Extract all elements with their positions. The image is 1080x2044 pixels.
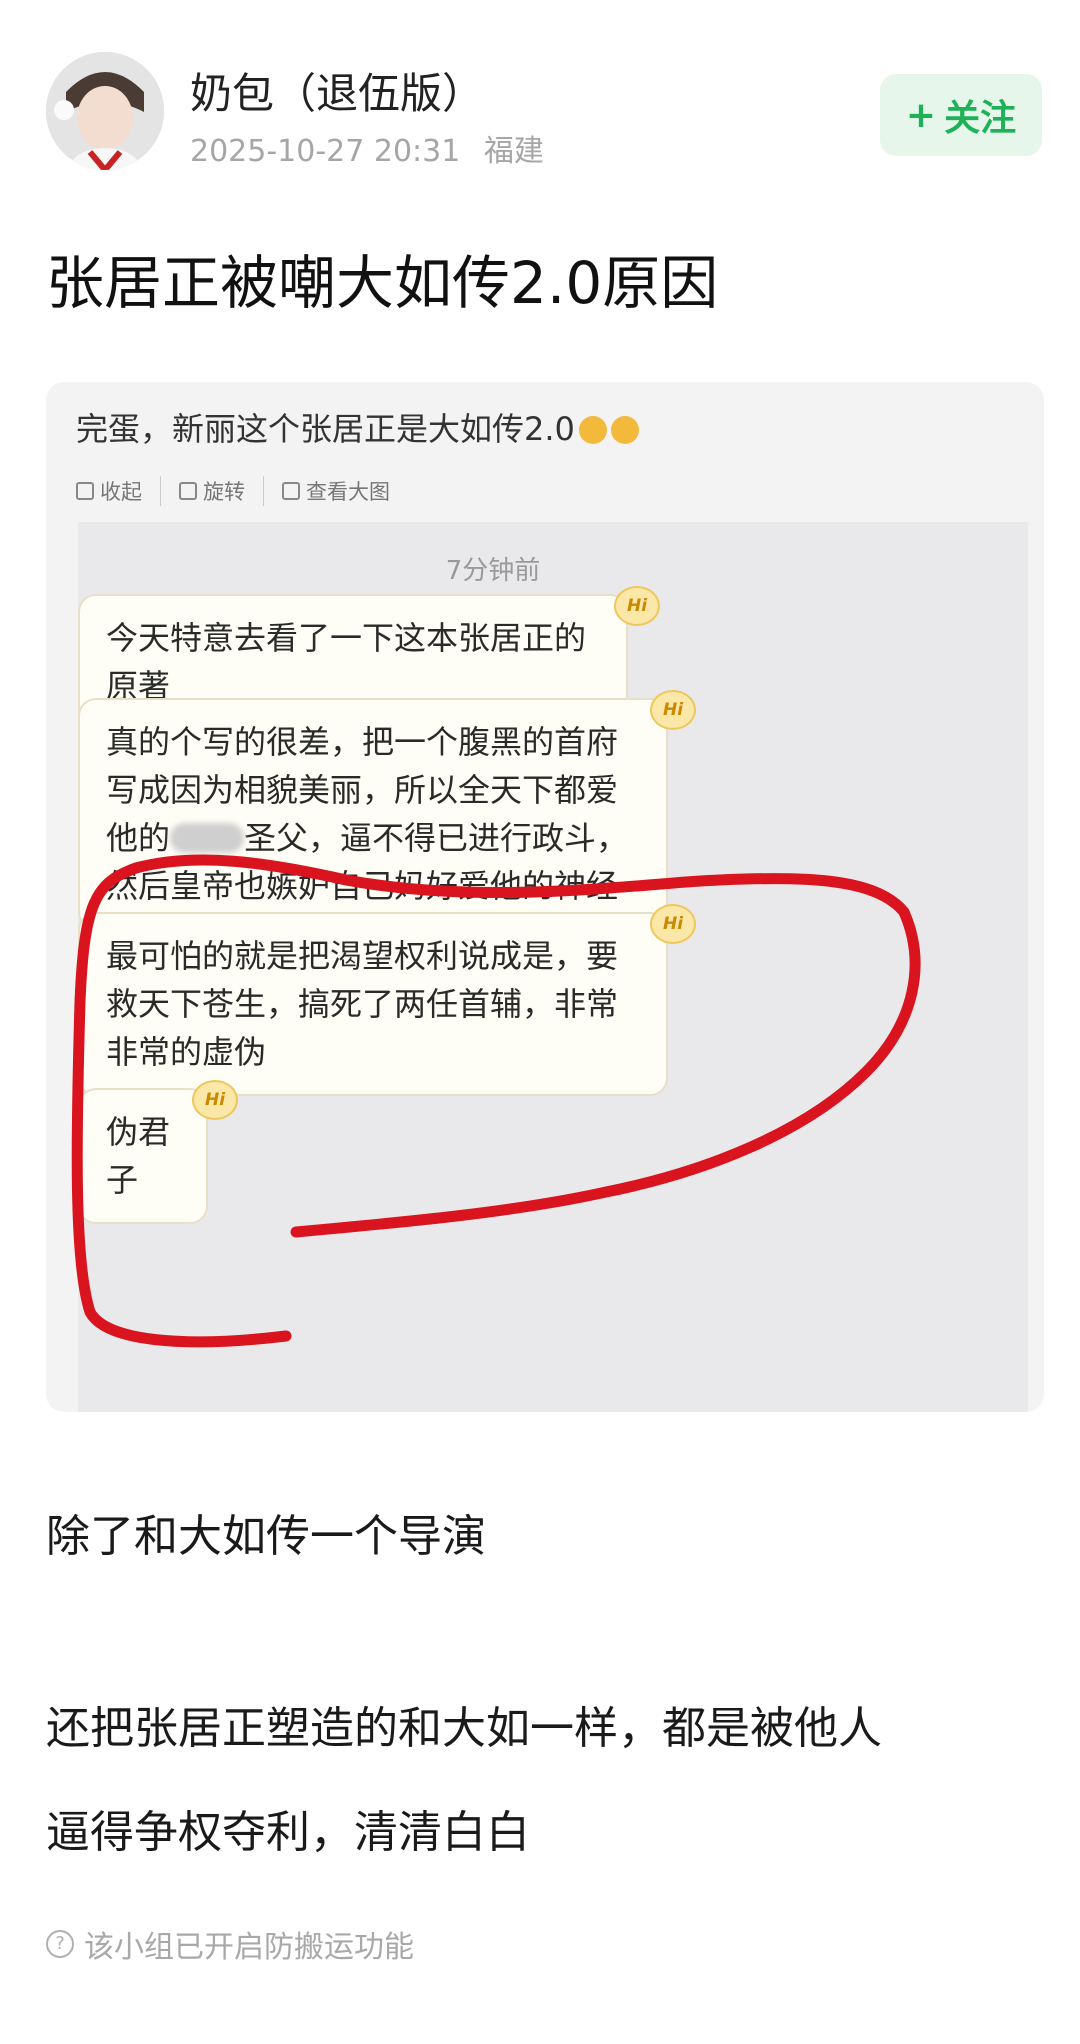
- anti-repost-note: ? 该小组已开启防搬运功能: [46, 1922, 414, 1966]
- chat-message: 最可怕的就是把渴望权利说成是，要救天下苍生，搞死了两任首辅，非常非常的虚伪: [106, 937, 619, 1071]
- follow-button[interactable]: + 关注: [880, 74, 1042, 156]
- anti-repost-text: 该小组已开启防搬运功能: [84, 1930, 414, 1965]
- body-paragraph: 还把张居正塑造的和大如一样，都是被他人: [46, 1703, 882, 1754]
- collapse-icon: [76, 482, 94, 500]
- image-toolbar: 收起 旋转 查看大图: [76, 476, 426, 506]
- avatar[interactable]: [46, 52, 164, 170]
- cropped-text-line: [76, 382, 396, 392]
- collapse-tool[interactable]: 收起: [76, 476, 161, 506]
- blurred-text: [170, 823, 245, 853]
- post-title: 张居正被嘲大如传2.0原因: [46, 249, 719, 317]
- chat-bubble: 真的个写的很差，把一个腹黑的首府写成因为相貌美丽，所以全天下都爱他的 圣父，逼不得…: [78, 698, 668, 930]
- tool-label: 收起: [100, 480, 142, 504]
- chat-timestamp: 7分钟前: [445, 556, 541, 586]
- post-timestamp: 2025-10-27 20:31: [190, 134, 461, 169]
- hi-badge-icon: Hi: [192, 1080, 238, 1120]
- plus-icon: +: [905, 94, 937, 136]
- question-icon: ?: [46, 1930, 74, 1958]
- follow-label: 关注: [944, 98, 1017, 139]
- tool-label: 查看大图: [306, 480, 390, 504]
- body-paragraph: 除了和大如传一个导演: [46, 1511, 486, 1562]
- avatar-image: [46, 52, 164, 170]
- author-name[interactable]: 奶包（退伍版）: [190, 60, 484, 121]
- rotate-tool[interactable]: 旋转: [179, 476, 264, 506]
- post-meta: 2025-10-27 20:31 福建: [190, 126, 558, 170]
- chat-bubble: 最可怕的就是把渴望权利说成是，要救天下苍生，搞死了两任首辅，非常非常的虚伪: [78, 912, 668, 1096]
- screenshot-caption: 完蛋，新丽这个张居正是大如传2.0: [76, 404, 639, 450]
- chat-message: 伪君子: [106, 1113, 171, 1199]
- hi-badge-icon: Hi: [614, 586, 660, 626]
- hi-badge-icon: Hi: [650, 690, 696, 730]
- crying-emoji-icon: [610, 416, 639, 444]
- zoom-icon: [282, 482, 300, 500]
- chat-message: 今天特意去看了一下这本张居正的原著: [106, 619, 587, 705]
- tool-label: 旋转: [203, 480, 245, 504]
- chat-bubble: 伪君子: [78, 1088, 208, 1224]
- crying-emoji-icon: [578, 416, 607, 444]
- screenshot-caption-text: 完蛋，新丽这个张居正是大如传2.0: [76, 410, 575, 448]
- chat-screenshot: 7分钟前 今天特意去看了一下这本张居正的原著 Hi 真的个写的很差，把一个腹黑的…: [78, 522, 1028, 1412]
- rotate-icon: [179, 482, 197, 500]
- embedded-screenshot[interactable]: 完蛋，新丽这个张居正是大如传2.0 收起 旋转 查看大图 7分钟前 今天特意去看…: [46, 382, 1044, 1412]
- hi-badge-icon: Hi: [650, 904, 696, 944]
- post-header: 奶包（退伍版） 2025-10-27 20:31 福建 + 关注: [0, 0, 1080, 190]
- zoom-tool[interactable]: 查看大图: [282, 476, 408, 506]
- post-location: 福建: [483, 134, 544, 169]
- body-paragraph: 逼得争权夺利，清清白白: [46, 1807, 530, 1858]
